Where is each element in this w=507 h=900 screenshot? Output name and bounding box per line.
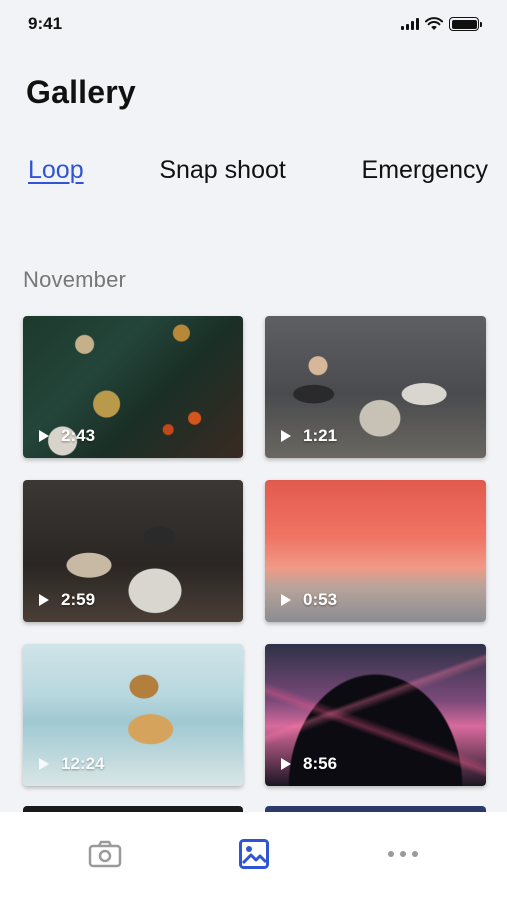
page-title: Gallery bbox=[26, 74, 136, 110]
section-title: November bbox=[23, 267, 127, 292]
video-thumbnail[interactable]: 0:53 bbox=[265, 480, 486, 622]
play-icon bbox=[281, 594, 291, 606]
video-duration: 1:21 bbox=[303, 426, 338, 445]
play-icon bbox=[39, 594, 49, 606]
video-thumbnail[interactable]: 2:59 bbox=[23, 480, 243, 622]
duration-overlay: 2:43 bbox=[39, 426, 95, 446]
play-icon bbox=[39, 430, 49, 442]
nav-gallery-button[interactable] bbox=[224, 829, 284, 879]
tab-bar: Loop Snap shoot Emergency bbox=[28, 156, 488, 185]
tab-loop[interactable]: Loop bbox=[28, 156, 84, 185]
status-time: 9:41 bbox=[28, 14, 63, 33]
video-duration: 2:59 bbox=[61, 590, 96, 609]
video-duration: 2:43 bbox=[61, 426, 96, 445]
video-thumbnail[interactable]: 2:43 bbox=[23, 316, 243, 458]
status-icons bbox=[401, 17, 482, 31]
video-duration: 8:56 bbox=[303, 754, 338, 773]
battery-icon bbox=[449, 17, 482, 31]
status-bar: 9:41 bbox=[0, 0, 507, 52]
video-thumbnail[interactable]: 1:21 bbox=[265, 316, 486, 458]
nav-camera-button[interactable] bbox=[75, 829, 135, 879]
bottom-nav bbox=[0, 812, 507, 900]
video-grid: 2:43 1:21 2:59 0:53 12:24 8:56 bbox=[23, 316, 486, 786]
nav-more-button[interactable] bbox=[373, 829, 433, 879]
duration-overlay: 1:21 bbox=[281, 426, 337, 446]
tab-snap-shoot[interactable]: Snap shoot bbox=[159, 156, 286, 185]
wifi-icon bbox=[425, 17, 443, 30]
camera-icon bbox=[88, 840, 121, 868]
duration-overlay: 2:59 bbox=[39, 590, 95, 610]
video-thumbnail[interactable]: 8:56 bbox=[265, 644, 486, 786]
video-duration: 0:53 bbox=[303, 590, 338, 609]
duration-overlay: 8:56 bbox=[281, 754, 337, 774]
video-thumbnail[interactable]: 12:24 bbox=[23, 644, 243, 786]
tab-emergency[interactable]: Emergency bbox=[362, 156, 488, 185]
play-icon bbox=[281, 430, 291, 442]
play-icon bbox=[39, 758, 49, 770]
gallery-icon bbox=[238, 839, 269, 869]
play-icon bbox=[281, 758, 291, 770]
more-icon bbox=[387, 851, 418, 857]
duration-overlay: 0:53 bbox=[281, 590, 337, 610]
signal-icon bbox=[401, 18, 419, 30]
video-duration: 12:24 bbox=[61, 754, 105, 773]
duration-overlay: 12:24 bbox=[39, 754, 104, 774]
